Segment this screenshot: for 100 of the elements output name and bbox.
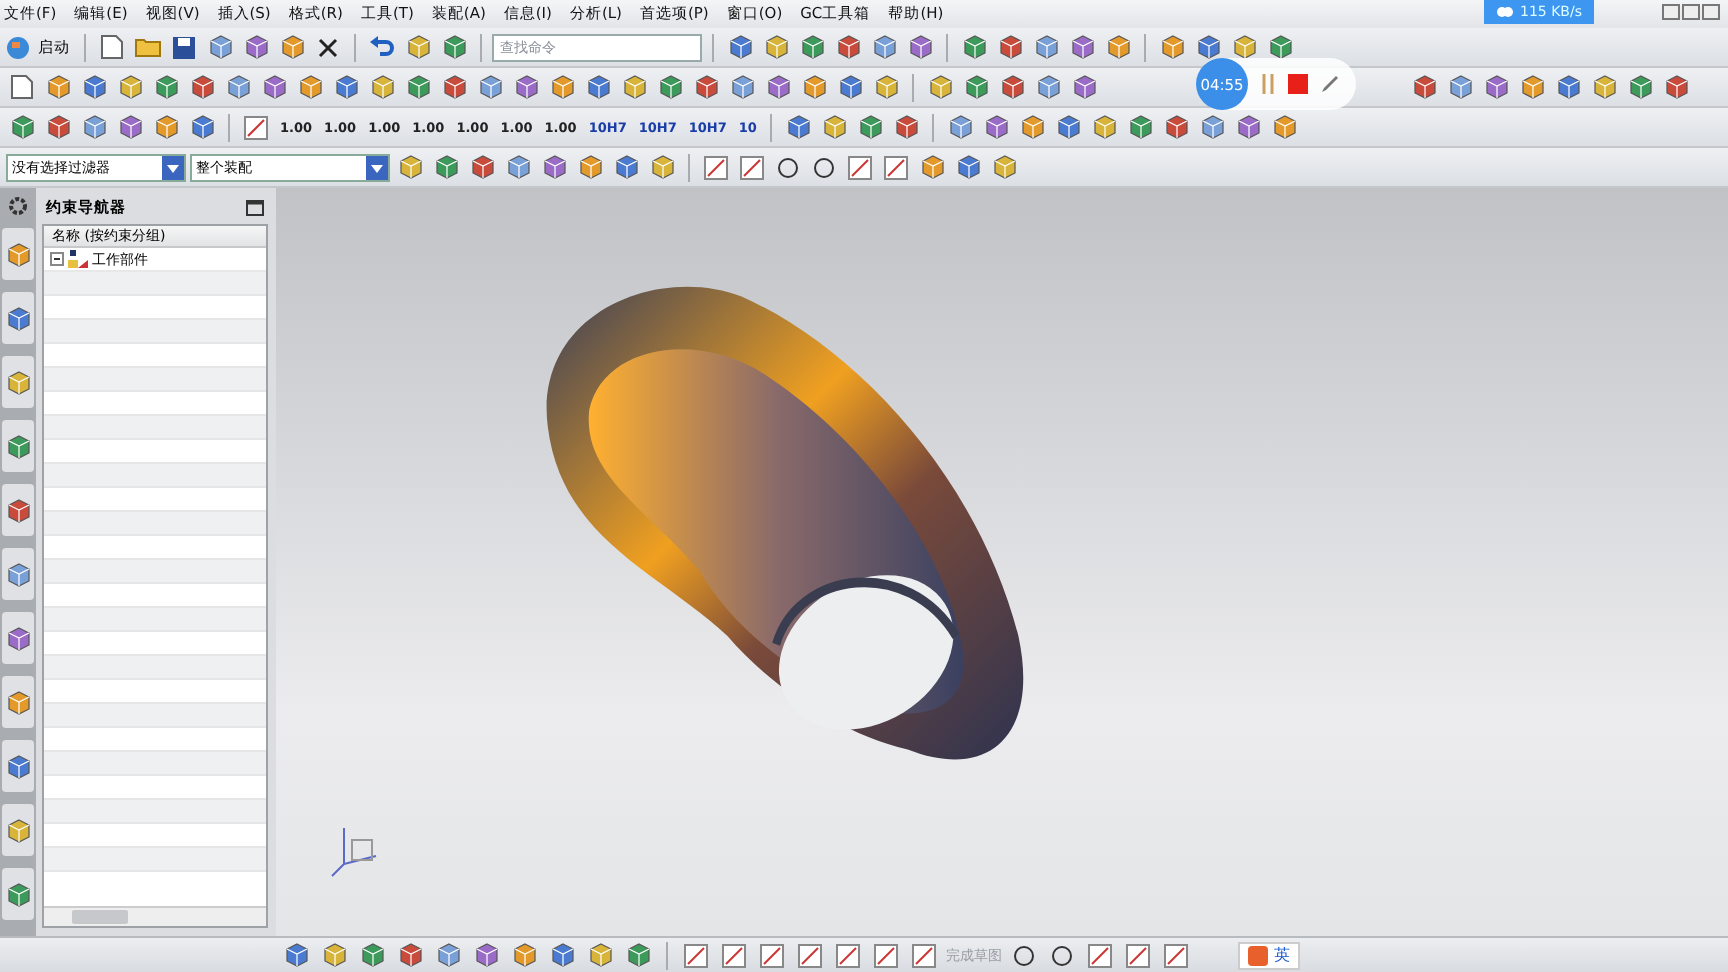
restore-button[interactable] (1682, 4, 1700, 20)
cube-icon[interactable] (359, 942, 385, 968)
line-tool-icon[interactable] (836, 943, 860, 967)
circle-tool-icon[interactable] (776, 155, 800, 179)
cube-icon[interactable] (785, 114, 812, 140)
cube-icon[interactable] (1019, 114, 1046, 140)
cube-icon[interactable] (5, 497, 31, 523)
cube-icon[interactable] (81, 114, 107, 140)
ime-toolbar[interactable]: 英 (1238, 941, 1300, 969)
navigator-tab[interactable] (2, 356, 34, 408)
cube-icon[interactable] (763, 34, 789, 60)
minimize-button[interactable] (1662, 4, 1680, 20)
cube-icon[interactable] (821, 114, 848, 140)
cube-icon[interactable] (1033, 34, 1059, 60)
cube-icon[interactable] (333, 74, 359, 100)
navigator-tab[interactable] (2, 228, 34, 280)
cube-icon[interactable] (321, 942, 347, 968)
save-icon[interactable] (172, 35, 196, 59)
cube-icon[interactable] (279, 34, 305, 60)
cube-icon[interactable] (5, 561, 31, 587)
cube-icon[interactable] (153, 74, 179, 100)
cube-icon[interactable] (893, 114, 920, 140)
cube-icon[interactable] (189, 114, 215, 140)
graphics-viewport[interactable] (276, 188, 1728, 936)
cube-icon[interactable] (541, 154, 567, 180)
line-tool-icon[interactable] (848, 155, 872, 179)
line-tool-icon[interactable] (1126, 943, 1150, 967)
line-tool-icon[interactable] (760, 943, 784, 967)
ime-mode-label[interactable]: 英 (1274, 944, 1290, 966)
cube-icon[interactable] (1411, 74, 1437, 100)
cube-icon[interactable] (649, 154, 675, 180)
cube-icon[interactable] (1035, 74, 1061, 100)
undo-icon[interactable] (370, 36, 394, 58)
cube-icon[interactable] (441, 34, 467, 60)
cube-icon[interactable] (927, 74, 953, 100)
cube-icon[interactable] (9, 114, 35, 140)
cube-icon[interactable] (549, 74, 575, 100)
cube-icon[interactable] (397, 154, 423, 180)
cube-icon[interactable] (693, 74, 719, 100)
cube-icon[interactable] (1271, 114, 1298, 140)
cube-icon[interactable] (1591, 74, 1617, 100)
cube-icon[interactable] (1163, 114, 1190, 140)
cube-icon[interactable] (1447, 74, 1473, 100)
cube-icon[interactable] (5, 241, 31, 267)
cube-icon[interactable] (469, 154, 495, 180)
navigator-tab[interactable] (2, 676, 34, 728)
cube-icon[interactable] (1519, 74, 1545, 100)
cube-icon[interactable] (625, 942, 651, 968)
cube-icon[interactable] (919, 154, 945, 180)
cube-icon[interactable] (621, 74, 647, 100)
maximize-icon[interactable] (246, 200, 264, 216)
cube-icon[interactable] (225, 74, 251, 100)
horizontal-scrollbar[interactable] (44, 906, 266, 926)
cube-icon[interactable] (153, 114, 179, 140)
cube-icon[interactable] (1071, 74, 1097, 100)
cube-icon[interactable] (435, 942, 461, 968)
line-tool-icon[interactable] (244, 115, 268, 139)
cube-icon[interactable] (117, 74, 143, 100)
cube-icon[interactable] (1199, 114, 1226, 140)
line-tool-icon[interactable] (874, 943, 898, 967)
cube-icon[interactable] (1159, 34, 1185, 60)
line-tool-icon[interactable] (684, 943, 708, 967)
cube-icon[interactable] (991, 154, 1017, 180)
cube-icon[interactable] (1267, 34, 1293, 60)
cube-icon[interactable] (729, 74, 755, 100)
cube-icon[interactable] (45, 74, 71, 100)
cube-icon[interactable] (1231, 34, 1257, 60)
cube-icon[interactable] (505, 154, 531, 180)
cube-icon[interactable] (441, 74, 467, 100)
cube-icon[interactable] (835, 34, 861, 60)
cube-icon[interactable] (511, 942, 537, 968)
line-tool-icon[interactable] (884, 155, 908, 179)
sheet-icon[interactable] (100, 34, 124, 60)
cube-icon[interactable] (587, 942, 613, 968)
navigator-tab[interactable] (2, 868, 34, 920)
cube-icon[interactable] (473, 942, 499, 968)
cube-icon[interactable] (961, 34, 987, 60)
cube-icon[interactable] (5, 817, 31, 843)
cube-icon[interactable] (857, 114, 884, 140)
cube-icon[interactable] (871, 34, 897, 60)
line-tool-icon[interactable] (740, 155, 764, 179)
cube-icon[interactable] (513, 74, 539, 100)
cube-icon[interactable] (81, 74, 107, 100)
cube-icon[interactable] (1127, 114, 1154, 140)
cube-icon[interactable] (613, 154, 639, 180)
cube-icon[interactable] (983, 114, 1010, 140)
cube-icon[interactable] (297, 74, 323, 100)
cube-icon[interactable] (117, 114, 143, 140)
cube-icon[interactable] (765, 74, 791, 100)
cube-icon[interactable] (5, 625, 31, 651)
cube-icon[interactable] (947, 114, 974, 140)
cube-icon[interactable] (963, 74, 989, 100)
cube-icon[interactable] (243, 34, 269, 60)
cube-icon[interactable] (45, 114, 71, 140)
navigator-tab[interactable] (2, 484, 34, 536)
line-tool-icon[interactable] (798, 943, 822, 967)
cube-icon[interactable] (477, 74, 503, 100)
navigator-tab[interactable] (2, 740, 34, 792)
cube-icon[interactable] (727, 34, 753, 60)
cube-icon[interactable] (999, 74, 1025, 100)
